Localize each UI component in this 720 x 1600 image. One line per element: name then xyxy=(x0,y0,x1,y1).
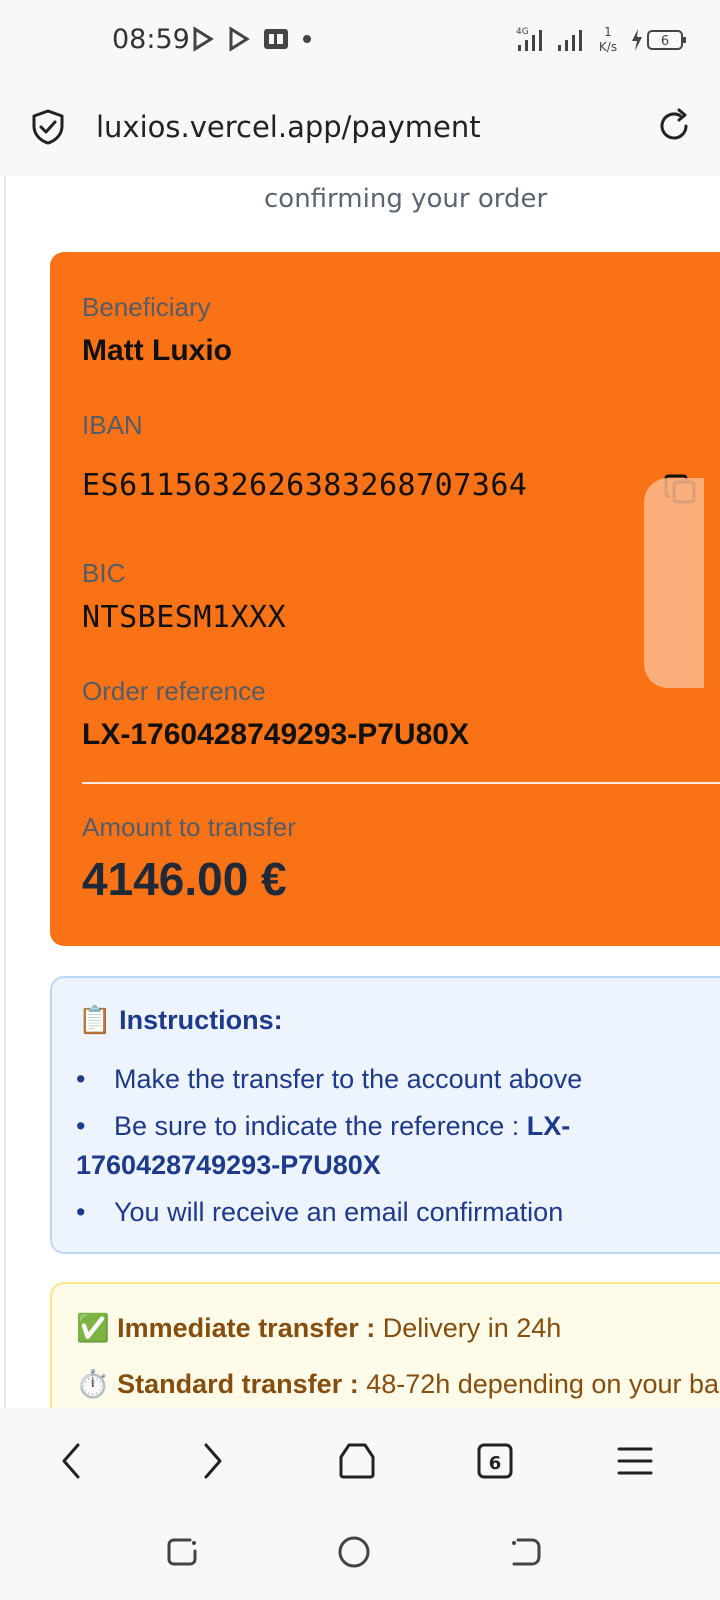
back-button[interactable] xyxy=(48,1438,94,1484)
instruction-item: Make the transfer to the account above xyxy=(76,1060,716,1099)
dot-icon xyxy=(303,35,311,43)
instruction-text: Be sure to indicate the reference : xyxy=(114,1111,527,1141)
bic-value: NTSBESM1XXX xyxy=(82,600,287,635)
data-speed-icon: 1 K/s xyxy=(599,25,617,54)
recent-apps-icon[interactable] xyxy=(164,1534,200,1570)
immediate-transfer-line: ✅ Immediate transfer : Delivery in 24h xyxy=(76,1312,561,1344)
instructions-title: 📋 Instructions: xyxy=(78,1004,283,1036)
partial-heading-text: confirming your order xyxy=(264,184,548,214)
notification-icons xyxy=(190,26,314,52)
stopwatch-icon: ⏱️ xyxy=(76,1369,110,1399)
immediate-transfer-text: Delivery in 24h xyxy=(375,1313,562,1343)
chevron-right-icon xyxy=(204,1443,222,1479)
signal-icon: 4G xyxy=(516,27,542,51)
battery-charging-icon: 6 xyxy=(632,29,686,51)
iban-label: IBAN xyxy=(82,410,143,440)
iban-value: ES6115632626383268707364 xyxy=(82,468,528,503)
instructions-title-text: Instructions: xyxy=(119,1005,283,1035)
standard-transfer-text: 48-72h depending on your bank xyxy=(358,1369,720,1399)
instructions-list: Make the transfer to the account above B… xyxy=(76,1060,716,1240)
menu-button[interactable] xyxy=(612,1438,658,1484)
page-frame-border xyxy=(0,176,6,1408)
tabs-button[interactable]: 6 xyxy=(472,1438,518,1484)
status-bar: 08:59 4G 1 K/s 6 xyxy=(0,0,720,82)
shield-check-icon[interactable] xyxy=(30,108,66,146)
battery-level: 6 xyxy=(661,34,669,49)
clipboard-icon: 📋 xyxy=(78,1005,112,1035)
check-icon: ✅ xyxy=(76,1313,110,1343)
play-notification-icon xyxy=(193,26,214,52)
data-speed-unit: K/s xyxy=(599,40,617,54)
play-notification-icon xyxy=(229,26,250,52)
page-content[interactable]: confirming your order Beneficiary Matt L… xyxy=(0,176,720,1408)
browser-toolbar: 6 xyxy=(0,1408,720,1512)
immediate-transfer-label: Immediate transfer : xyxy=(117,1313,376,1343)
bank-details-card: Beneficiary Matt Luxio IBAN ES6115632626… xyxy=(50,252,720,946)
network-type-label: 4G xyxy=(516,27,529,37)
system-back-icon[interactable] xyxy=(508,1534,544,1570)
tabs-icon: 6 xyxy=(477,1443,513,1479)
side-drawer-tab[interactable] xyxy=(644,478,704,688)
data-speed-value: 1 xyxy=(604,25,612,39)
forward-button[interactable] xyxy=(190,1438,236,1484)
system-home-icon[interactable] xyxy=(336,1534,372,1570)
card-divider xyxy=(82,782,720,784)
system-navigation-bar xyxy=(0,1512,720,1600)
amount-label: Amount to transfer xyxy=(82,812,296,842)
home-button[interactable] xyxy=(334,1438,380,1484)
instruction-item: Be sure to indicate the reference : LX-1… xyxy=(76,1107,716,1185)
beneficiary-value: Matt Luxio xyxy=(82,334,232,367)
app-notification-icon xyxy=(264,29,288,49)
reference-value: LX-1760428749293-P7U80X xyxy=(82,718,469,751)
status-time: 08:59 xyxy=(112,24,190,55)
url-field[interactable]: luxios.vercel.app/payment xyxy=(96,110,481,144)
reload-icon[interactable] xyxy=(654,106,694,146)
browser-address-bar: luxios.vercel.app/payment xyxy=(0,82,720,176)
instructions-box: 📋 Instructions: Make the transfer to the… xyxy=(50,976,720,1254)
delivery-info-box: ✅ Immediate transfer : Delivery in 24h ⏱… xyxy=(50,1282,720,1408)
signal-icon xyxy=(558,30,582,51)
reference-label: Order reference xyxy=(82,676,266,706)
beneficiary-label: Beneficiary xyxy=(82,292,211,322)
bic-label: BIC xyxy=(82,558,126,588)
tab-count: 6 xyxy=(489,1453,502,1474)
system-status-icons: 4G 1 K/s 6 xyxy=(516,24,688,56)
home-icon xyxy=(339,1443,375,1479)
standard-transfer-label: Standard transfer : xyxy=(117,1369,359,1399)
hamburger-menu-icon xyxy=(617,1447,653,1475)
chevron-left-icon xyxy=(62,1443,80,1479)
standard-transfer-line: ⏱️ Standard transfer : 48-72h depending … xyxy=(76,1368,720,1400)
instruction-item: You will receive an email confirmation xyxy=(76,1193,716,1232)
amount-value: 4146.00 € xyxy=(82,853,287,905)
